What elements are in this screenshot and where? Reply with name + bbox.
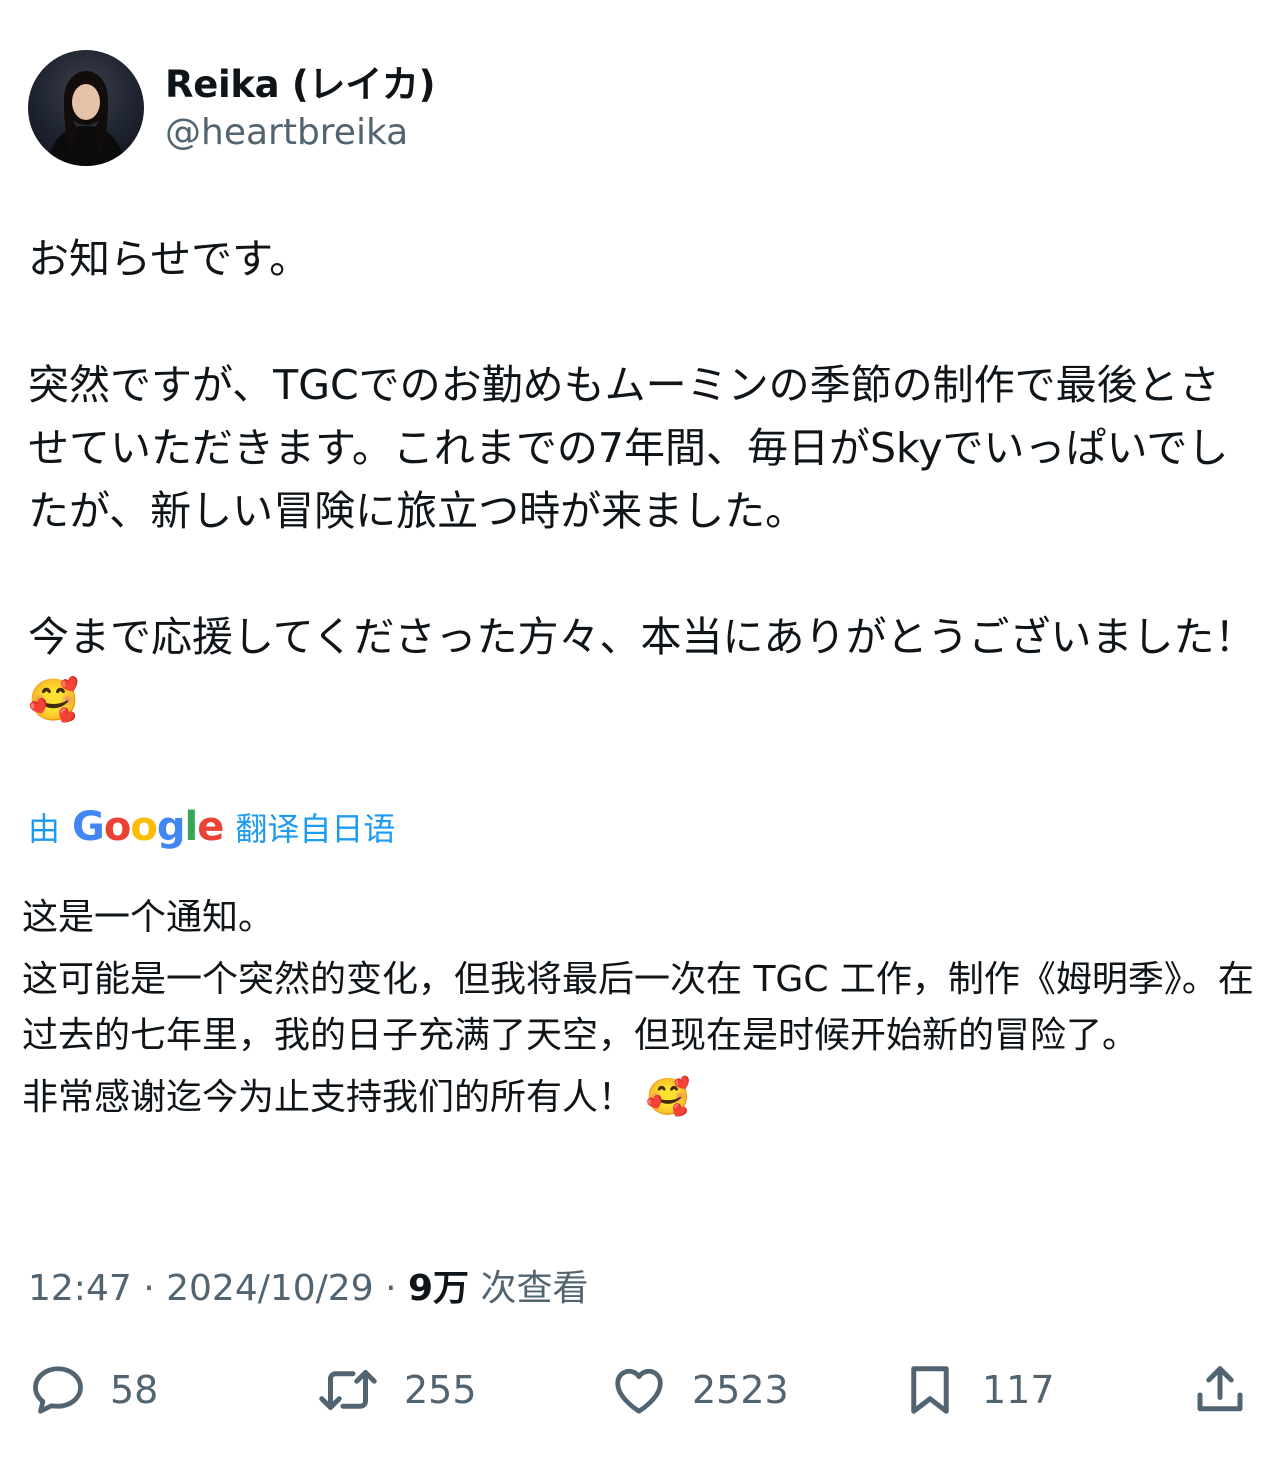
meta-separator: · — [385, 1268, 397, 1309]
share-button[interactable] — [1190, 1355, 1250, 1425]
translation-prefix: 由 — [28, 810, 61, 848]
repost-button[interactable]: 255 — [314, 1355, 477, 1425]
author-name[interactable]: Reika (レイカ) — [165, 62, 436, 108]
tweet-date[interactable]: 2024/10/29 — [166, 1268, 374, 1309]
action-bar: 58 255 2523 117 — [0, 1355, 1284, 1425]
reply-count: 58 — [110, 1368, 159, 1412]
translated-paragraph: 这是一个通知。 — [22, 897, 275, 938]
heart-icon — [608, 1360, 670, 1420]
views-count: 9万 — [407, 1268, 470, 1309]
translation-suffix: 翻译自日语 — [235, 810, 396, 848]
tweet-time[interactable]: 12:47 — [28, 1268, 132, 1309]
tweet-text: お知らせです。 突然ですが、TGCでのお勤めもムーミンの季節の制作で最後とさせて… — [28, 228, 1260, 732]
like-button[interactable]: 2523 — [608, 1355, 789, 1425]
views-label: 次查看 — [480, 1268, 589, 1309]
tweet-paragraph: 突然ですが、TGCでのお勤めもムーミンの季節の制作で最後とさせていただきます。こ… — [28, 361, 1229, 535]
share-icon — [1190, 1359, 1250, 1421]
avatar[interactable] — [28, 50, 144, 166]
repost-icon — [314, 1360, 382, 1420]
translated-paragraph: 这可能是一个突然的变化，但我将最后一次在 TGC 工作，制作《姆明季》。在过去的… — [22, 959, 1254, 1056]
bookmark-button[interactable]: 117 — [900, 1355, 1055, 1425]
translated-paragraph: 非常感谢迄今为止支持我们的所有人！ 🥰 — [22, 1077, 691, 1118]
tweet-paragraph: 今まで応援してくださった方々、本当にありがとうございました！ 🥰 — [28, 613, 1256, 724]
translated-text: 这是一个通知。 这可能是一个突然的变化，但我将最后一次在 TGC 工作，制作《姆… — [22, 890, 1262, 1132]
bookmark-count: 117 — [982, 1368, 1055, 1412]
repost-count: 255 — [404, 1368, 477, 1412]
meta-separator: · — [143, 1268, 155, 1309]
reply-icon — [28, 1360, 88, 1420]
author-handle[interactable]: @heartbreika — [165, 110, 435, 156]
like-count: 2523 — [692, 1368, 789, 1412]
tweet-paragraph: お知らせです。 — [28, 235, 311, 283]
tweet-meta: 12:47 · 2024/10/29 · 9万 次查看 — [28, 1264, 589, 1314]
bookmark-icon — [900, 1359, 960, 1421]
reply-button[interactable]: 58 — [28, 1355, 158, 1425]
translation-attribution[interactable]: 由 Google 翻译自日语 — [28, 802, 395, 852]
google-logo: Google — [72, 804, 224, 850]
